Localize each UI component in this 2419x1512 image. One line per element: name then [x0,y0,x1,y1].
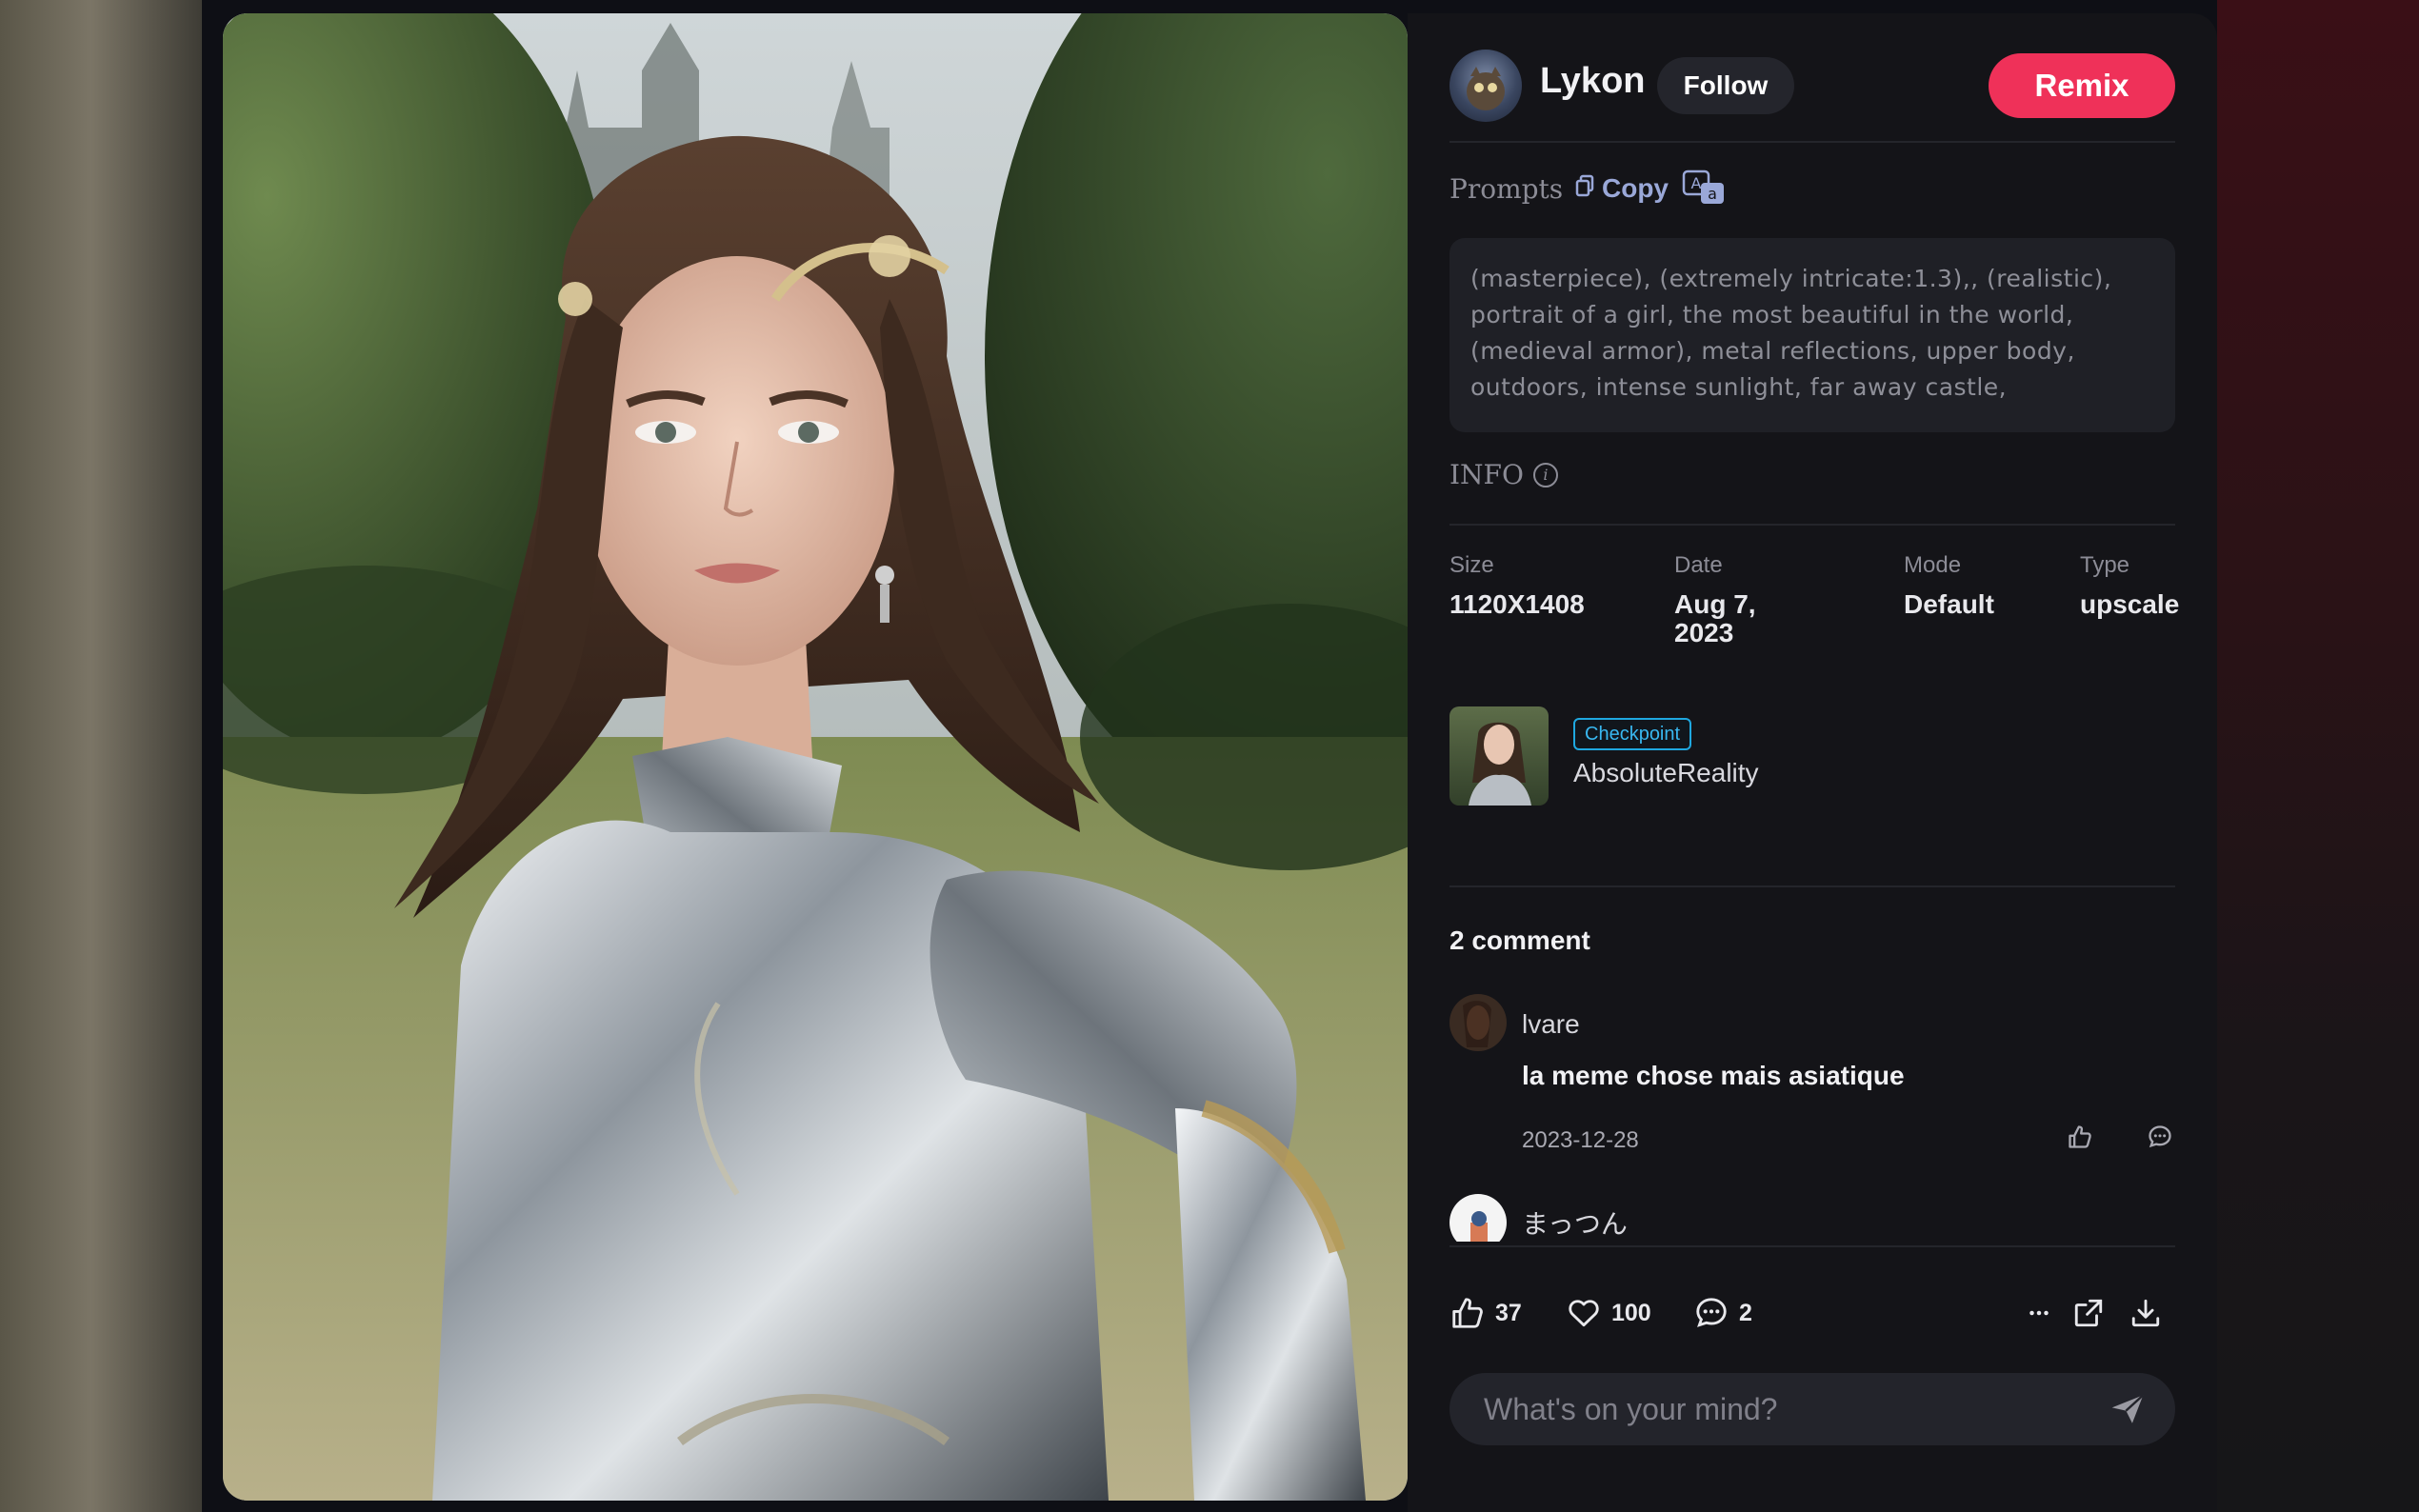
prompt-text-box: (masterpiece), (extremely intricate:1.3)… [1449,238,2175,432]
comment-count: 2 [1739,1299,1752,1326]
comments-title: 2 comment [1449,925,1590,955]
comment-input[interactable] [1482,1390,2076,1428]
comment-reply-icon[interactable] [2147,1124,2173,1155]
copy-prompt-button[interactable]: Copy [1575,173,1669,204]
heart-icon [1569,1300,1599,1327]
author-avatar[interactable] [1449,50,1522,122]
send-icon[interactable] [2109,1392,2147,1426]
size-value: 1120X1408 [1449,589,1585,619]
comments-button[interactable]: 2 [1693,1295,1752,1331]
info-divider [1449,524,2175,526]
generated-image [223,13,1408,1501]
detail-side-panel: Lykon Follow Remix Prompts Copy A a (mas… [1408,13,2217,1512]
svg-text:a: a [1708,185,1717,203]
comment-avatar[interactable] [1449,994,1507,1051]
comment-like-icon[interactable] [2067,1124,2093,1155]
model-thumbnail[interactable] [1449,706,1549,806]
comment-date: 2023-12-28 [1522,1127,1639,1153]
comment-input-box [1449,1373,2175,1445]
type-label: Type [2080,552,2130,578]
favorite-button[interactable]: 100 [1566,1295,1651,1331]
meta-size: Size 1120X1408 [1449,552,1585,619]
like-button[interactable]: 37 [1449,1295,1522,1331]
info-section-title: INFO i [1449,459,1558,490]
checkpoint-badge: Checkpoint [1573,718,1692,750]
svg-text:A: A [1691,174,1702,192]
download-icon[interactable] [2129,1297,2162,1334]
comment-item-clipped: まっつん [1449,1194,2175,1242]
size-label: Size [1449,552,1494,578]
header-divider [1449,141,2175,143]
follow-button[interactable]: Follow [1657,57,1794,114]
info-icon[interactable]: i [1532,462,1558,487]
mode-value: Default [1904,589,1994,619]
date-value: Aug 7, 2023 [1674,589,1756,647]
author-name[interactable]: Lykon [1540,61,1646,102]
thumbs-up-icon [1452,1298,1483,1328]
prompt-text: (masterpiece), (extremely intricate:1.3)… [1470,265,2112,401]
actions-divider [1449,1245,2175,1247]
copy-label: Copy [1602,173,1669,203]
comment-avatar[interactable] [1449,1194,1507,1242]
model-name[interactable]: AbsoluteReality [1573,758,1759,788]
info-label: INFO [1449,459,1524,490]
date-label: Date [1674,552,1723,578]
meta-date: Date Aug 7, 2023 [1674,552,1789,647]
meta-type: Type upscale [2080,552,2179,619]
favorite-count: 100 [1611,1299,1651,1326]
blurred-backdrop-left [0,0,202,1512]
meta-mode: Mode Default [1904,552,1994,619]
like-count: 37 [1495,1299,1522,1326]
comment-username[interactable]: lvare [1522,1009,1580,1040]
comment-icon [1696,1298,1727,1327]
comments-divider [1449,885,2175,887]
remix-button[interactable]: Remix [1989,53,2175,118]
more-options-icon[interactable] [2025,1299,2053,1332]
mode-label: Mode [1904,552,1962,578]
share-icon[interactable] [2072,1297,2105,1334]
copy-icon [1575,173,1594,204]
comment-username[interactable]: まっつん [1522,1204,1628,1242]
prompts-label: Prompts [1449,173,1564,205]
type-value: upscale [2080,589,2180,619]
blurred-backdrop-right [2217,0,2419,1512]
translate-icon[interactable]: A a [1682,169,1728,208]
comment-text: la meme chose mais asiatique [1522,1061,1905,1090]
